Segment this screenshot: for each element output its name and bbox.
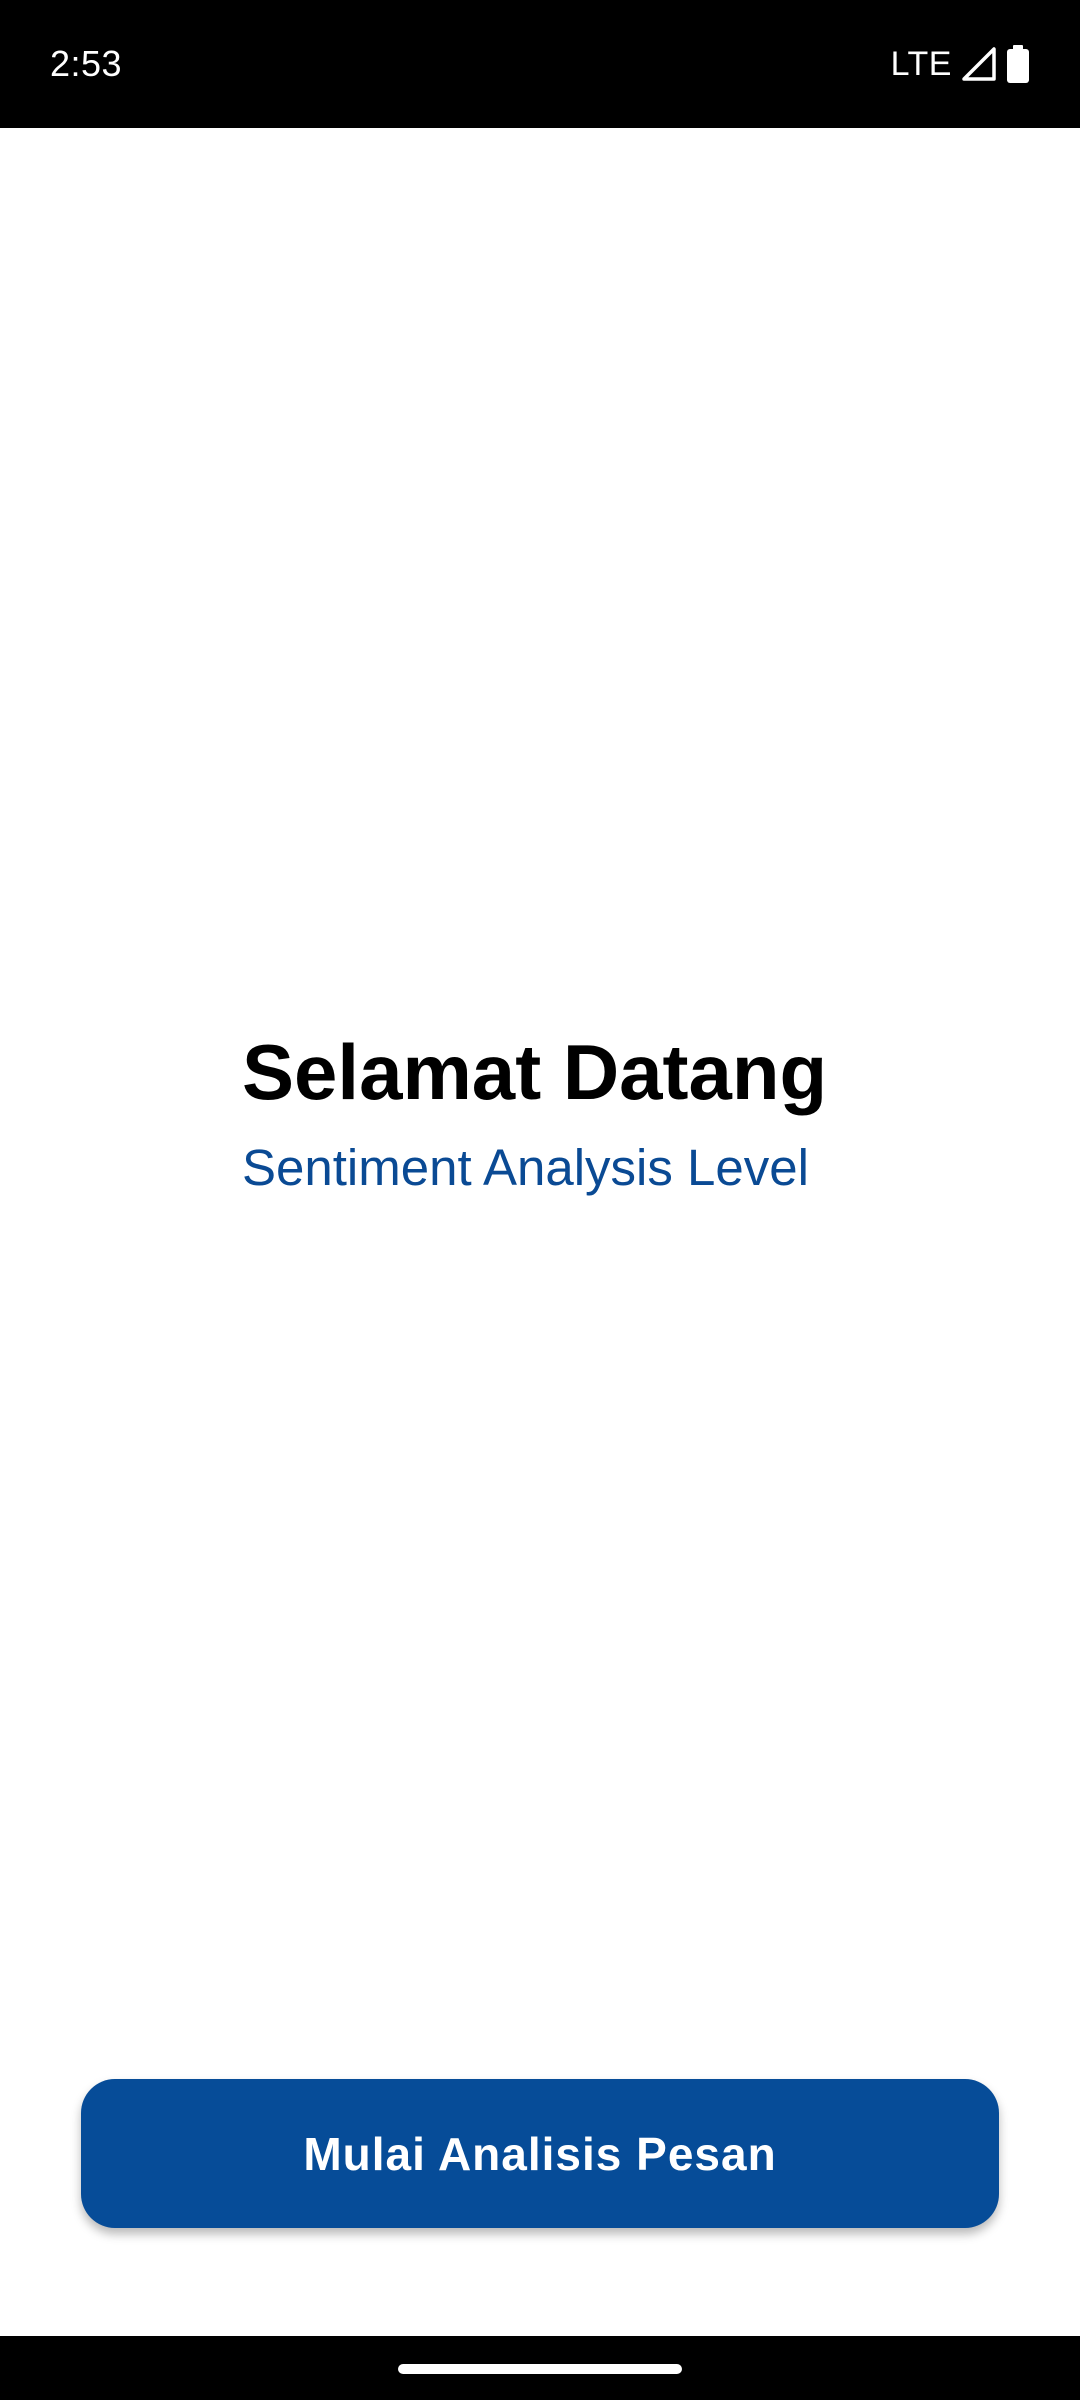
welcome-subtitle: Sentiment Analysis Level [242,1139,809,1196]
welcome-title: Selamat Datang [242,1028,828,1116]
start-analysis-button[interactable]: Mulai Analisis Pesan [81,2079,999,2228]
network-type-label: LTE [890,45,952,83]
status-indicators: LTE [891,36,1030,92]
status-time: 2:53 [50,43,123,84]
battery-icon [1006,45,1030,83]
home-gesture-handle[interactable] [398,2364,682,2374]
status-bar: 2:53 LTE [0,0,1080,128]
welcome-block: Selamat Datang Sentiment Analysis Level [242,1020,827,1202]
start-analysis-button-label: Mulai Analisis Pesan [303,2127,777,2180]
navigation-bar [0,2336,1080,2400]
signal-icon [962,47,996,81]
